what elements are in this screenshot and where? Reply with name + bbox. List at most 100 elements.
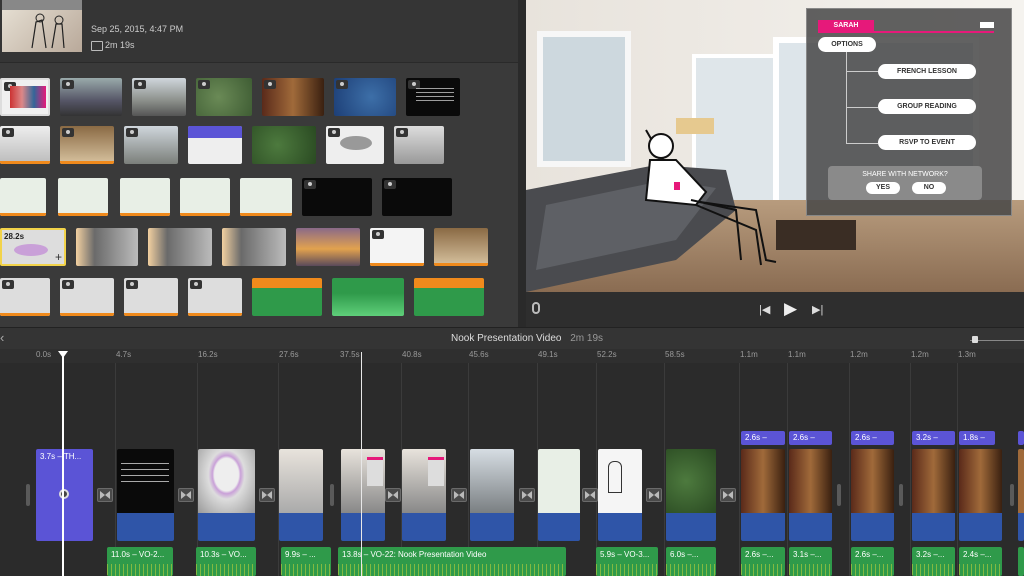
transition-icon[interactable] — [97, 488, 113, 502]
video-clip[interactable] — [117, 449, 174, 541]
option-french-lesson[interactable]: FRENCH LESSON — [878, 64, 976, 79]
video-clip[interactable] — [851, 449, 894, 541]
audio-thumb[interactable] — [414, 278, 484, 316]
audio-clip[interactable]: 6.0s –... — [666, 547, 716, 576]
video-clip[interactable] — [341, 449, 385, 541]
panel-divider[interactable] — [518, 0, 526, 327]
media-thumb[interactable] — [180, 178, 230, 216]
time-ruler[interactable]: 0.0s 4.7s 16.2s 27.6s 37.5s 40.8s 45.6s … — [0, 349, 1024, 363]
media-thumb[interactable] — [326, 126, 384, 164]
track-handle[interactable] — [1010, 484, 1014, 506]
media-thumb[interactable] — [196, 78, 252, 116]
media-thumb[interactable] — [58, 178, 108, 216]
media-thumb[interactable] — [296, 228, 360, 266]
video-clip[interactable] — [741, 449, 785, 541]
video-clip[interactable] — [402, 449, 446, 541]
track-handle[interactable] — [26, 484, 30, 506]
play-icon[interactable]: ▶ — [784, 299, 797, 319]
media-thumb[interactable] — [0, 126, 50, 164]
video-clip[interactable] — [198, 449, 255, 541]
back-chevron-icon[interactable]: ‹ — [0, 330, 4, 345]
audio-thumb[interactable] — [252, 278, 322, 316]
skip-forward-icon[interactable]: ▶| — [812, 303, 823, 316]
media-thumb[interactable] — [382, 178, 452, 216]
media-thumb[interactable] — [222, 228, 286, 266]
video-clip[interactable] — [538, 449, 580, 541]
media-thumb[interactable] — [240, 178, 292, 216]
transition-icon[interactable] — [259, 488, 275, 502]
track-handle[interactable] — [837, 484, 841, 506]
project-thumbnail[interactable] — [2, 0, 82, 52]
track-handle[interactable] — [330, 484, 334, 506]
title-clip[interactable]: 3.7s – TH... — [36, 449, 93, 541]
video-clip[interactable] — [279, 449, 323, 541]
transition-icon[interactable] — [178, 488, 194, 502]
media-thumb[interactable] — [60, 78, 122, 116]
media-thumb[interactable] — [124, 126, 178, 164]
playhead[interactable] — [62, 352, 64, 576]
transition-icon[interactable] — [646, 488, 662, 502]
audio-clip[interactable] — [1018, 547, 1024, 576]
audio-clip[interactable]: 11.0s – VO-2... — [107, 547, 173, 576]
option-rsvp-event[interactable]: RSVP TO EVENT — [878, 135, 976, 150]
media-thumb[interactable] — [302, 178, 372, 216]
transition-icon[interactable] — [385, 488, 401, 502]
media-thumb[interactable] — [76, 228, 138, 266]
media-thumb[interactable] — [188, 278, 242, 316]
media-thumb[interactable] — [262, 78, 324, 116]
clip-badge[interactable]: 2.6s – — [789, 431, 832, 445]
selected-media-thumb[interactable]: 28.2s + — [0, 228, 66, 266]
audio-clip[interactable]: 3.2s –... — [912, 547, 955, 576]
track-handle[interactable] — [899, 484, 903, 506]
microphone-icon[interactable] — [532, 302, 540, 314]
video-clip[interactable] — [470, 449, 514, 541]
audio-clip[interactable]: 5.9s – VO-3... — [596, 547, 658, 576]
video-clip[interactable] — [912, 449, 955, 541]
media-thumb[interactable] — [60, 278, 114, 316]
clip-badge[interactable]: 3.2s – — [912, 431, 955, 445]
share-yes-button[interactable]: YES — [866, 182, 900, 194]
media-thumb[interactable] — [434, 228, 488, 266]
clip-badge[interactable]: 1.8s – — [959, 431, 995, 445]
audio-clip[interactable]: 2.4s –... — [959, 547, 1002, 576]
zoom-slider-knob[interactable] — [972, 336, 978, 343]
media-thumb[interactable] — [394, 126, 444, 164]
video-clip[interactable] — [666, 449, 716, 541]
audio-clip[interactable]: 2.6s –... — [741, 547, 785, 576]
media-thumb[interactable] — [148, 228, 212, 266]
audio-clip[interactable]: 13.8s – VO-22: Nook Presentation Video — [338, 547, 566, 576]
media-thumb[interactable] — [0, 178, 46, 216]
video-clip[interactable] — [598, 449, 642, 541]
media-thumb[interactable] — [120, 178, 170, 216]
media-thumb[interactable] — [406, 78, 460, 116]
playhead-marker-icon[interactable] — [58, 351, 68, 358]
zoom-slider[interactable] — [970, 340, 1024, 341]
transition-icon[interactable] — [519, 488, 535, 502]
media-thumb[interactable] — [370, 228, 424, 266]
clip-badge[interactable] — [1018, 431, 1024, 445]
audio-clip[interactable]: 10.3s – VO... — [196, 547, 256, 576]
audio-clip[interactable]: 3.1s –... — [789, 547, 832, 576]
video-clip[interactable] — [1018, 449, 1024, 541]
add-icon[interactable]: + — [55, 250, 62, 264]
media-thumb[interactable] — [60, 126, 114, 164]
audio-clip[interactable]: 2.6s –... — [851, 547, 894, 576]
media-thumb[interactable] — [252, 126, 316, 164]
audio-thumb[interactable] — [332, 278, 404, 316]
transition-icon[interactable] — [451, 488, 467, 502]
share-no-button[interactable]: NO — [912, 182, 946, 194]
media-thumb[interactable] — [0, 278, 50, 316]
clip-badge[interactable]: 2.6s – — [741, 431, 785, 445]
video-clip[interactable] — [959, 449, 1002, 541]
media-thumb[interactable] — [334, 78, 396, 116]
audio-clip[interactable]: 9.9s – ... — [281, 547, 331, 576]
video-clip[interactable] — [789, 449, 832, 541]
media-thumb[interactable] — [188, 126, 242, 164]
skip-back-icon[interactable]: |◀ — [759, 303, 770, 316]
transition-icon[interactable] — [720, 488, 736, 502]
options-button[interactable]: OPTIONS — [818, 37, 876, 52]
media-thumb[interactable] — [124, 278, 178, 316]
clip-badge[interactable]: 2.6s – — [851, 431, 894, 445]
option-group-reading[interactable]: GROUP READING — [878, 99, 976, 114]
media-thumb[interactable] — [0, 78, 50, 116]
